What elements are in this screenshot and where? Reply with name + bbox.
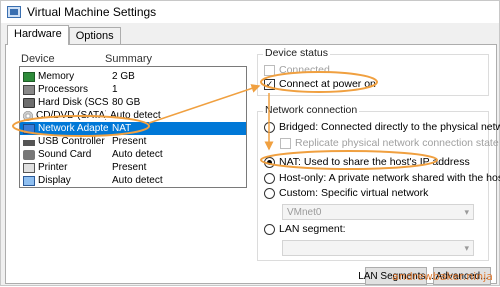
device-name: CD/DVD (SATA) bbox=[36, 110, 106, 121]
device-panel: Device Summary Memory 2 GB Processors 1 … bbox=[15, 49, 247, 189]
vmnet-select[interactable]: VMnet0 ▾ bbox=[282, 204, 474, 220]
network-connection-label: Network connection bbox=[263, 104, 360, 116]
device-name: Processors bbox=[38, 84, 89, 95]
lan-segment-radio[interactable] bbox=[264, 223, 275, 235]
tab-bar: Hardware Options bbox=[7, 25, 121, 45]
device-row-memory[interactable]: Memory 2 GB bbox=[20, 70, 246, 83]
device-row-printer[interactable]: Printer Present bbox=[20, 161, 246, 174]
device-summary: 2 GB bbox=[112, 71, 135, 82]
chevron-down-icon: ▾ bbox=[464, 243, 469, 253]
nat-option[interactable]: NAT: Used to share the host's IP address bbox=[264, 156, 470, 168]
printer-icon bbox=[23, 162, 35, 173]
device-row-network-adapter[interactable]: Network Adapter NAT bbox=[20, 122, 246, 135]
display-icon bbox=[23, 175, 35, 186]
device-status-label: Device status bbox=[263, 47, 331, 59]
chevron-down-icon: ▾ bbox=[464, 207, 469, 217]
device-summary: NAT bbox=[112, 123, 132, 134]
lan-segment-option[interactable]: LAN segment: bbox=[264, 223, 346, 235]
device-summary: 1 bbox=[112, 84, 118, 95]
device-name: USB Controller bbox=[38, 136, 105, 147]
device-name: Printer bbox=[38, 162, 68, 173]
device-list[interactable]: Memory 2 GB Processors 1 Hard Disk (SCSI… bbox=[19, 66, 247, 188]
lan-segment-select[interactable]: ▾ bbox=[282, 240, 474, 256]
nat-label: NAT: Used to share the host's IP address bbox=[279, 156, 470, 168]
custom-radio[interactable] bbox=[264, 187, 275, 199]
connected-checkbox[interactable] bbox=[264, 64, 275, 76]
lan-segment-label: LAN segment: bbox=[279, 223, 346, 235]
vm-settings-window: Virtual Machine Settings Hardware Option… bbox=[0, 0, 500, 286]
bridged-label: Bridged: Connected directly to the physi… bbox=[279, 121, 500, 133]
custom-option[interactable]: Custom: Specific virtual network bbox=[264, 187, 428, 199]
bridged-radio[interactable] bbox=[264, 121, 275, 133]
device-summary: Auto detect bbox=[110, 110, 161, 121]
window-title: Virtual Machine Settings bbox=[27, 5, 157, 19]
connect-at-power-on-option[interactable]: ✓ Connect at power on bbox=[264, 78, 376, 90]
hard-disk-icon bbox=[23, 97, 35, 108]
device-row-display[interactable]: Display Auto detect bbox=[20, 174, 246, 187]
device-row-cd-dvd[interactable]: CD/DVD (SATA) Auto detect bbox=[20, 109, 246, 122]
column-header-device[interactable]: Device bbox=[15, 53, 99, 65]
tab-options[interactable]: Options bbox=[68, 27, 121, 45]
host-only-radio[interactable] bbox=[264, 172, 275, 184]
bridged-option[interactable]: Bridged: Connected directly to the physi… bbox=[264, 121, 500, 133]
watermark: andrewbaker.ninja bbox=[391, 270, 493, 283]
vm-app-icon bbox=[7, 6, 21, 18]
network-adapter-icon bbox=[23, 123, 35, 134]
device-name: Hard Disk (SCSI) bbox=[38, 97, 108, 108]
cd-dvd-icon bbox=[23, 110, 33, 121]
vmnet-value: VMnet0 bbox=[287, 206, 322, 218]
replicate-checkbox[interactable] bbox=[280, 137, 291, 149]
host-only-label: Host-only: A private network shared with… bbox=[279, 172, 500, 184]
host-only-option[interactable]: Host-only: A private network shared with… bbox=[264, 172, 500, 184]
device-name: Sound Card bbox=[38, 149, 92, 160]
nat-radio[interactable] bbox=[264, 156, 275, 168]
replicate-label: Replicate physical network connection st… bbox=[295, 137, 499, 149]
processor-icon bbox=[23, 84, 35, 95]
connected-option[interactable]: Connected bbox=[264, 64, 330, 76]
tab-hardware[interactable]: Hardware bbox=[7, 25, 69, 45]
device-summary: Auto detect bbox=[112, 175, 163, 186]
device-name: Display bbox=[38, 175, 71, 186]
custom-label: Custom: Specific virtual network bbox=[279, 187, 429, 199]
usb-icon bbox=[23, 139, 35, 146]
device-row-hard-disk[interactable]: Hard Disk (SCSI) 80 GB bbox=[20, 96, 246, 109]
device-name: Memory bbox=[38, 71, 75, 82]
column-header-summary[interactable]: Summary bbox=[99, 53, 152, 65]
device-summary: Auto detect bbox=[112, 149, 163, 160]
connect-at-power-on-checkbox[interactable]: ✓ bbox=[264, 78, 275, 90]
device-row-processors[interactable]: Processors 1 bbox=[20, 83, 246, 96]
connected-label: Connected bbox=[279, 64, 330, 76]
device-name: Network Adapter bbox=[38, 123, 108, 134]
device-row-sound-card[interactable]: Sound Card Auto detect bbox=[20, 148, 246, 161]
device-summary: Present bbox=[112, 136, 147, 147]
connect-at-power-on-label: Connect at power on bbox=[279, 78, 376, 90]
network-connection-group bbox=[257, 111, 489, 261]
device-summary: Present bbox=[112, 162, 147, 173]
device-summary: 80 GB bbox=[112, 97, 141, 108]
title-bar: Virtual Machine Settings bbox=[1, 1, 499, 23]
sound-card-icon bbox=[23, 149, 35, 160]
replicate-option[interactable]: Replicate physical network connection st… bbox=[280, 137, 499, 149]
device-row-usb-controller[interactable]: USB Controller Present bbox=[20, 135, 246, 148]
memory-icon bbox=[23, 71, 35, 82]
